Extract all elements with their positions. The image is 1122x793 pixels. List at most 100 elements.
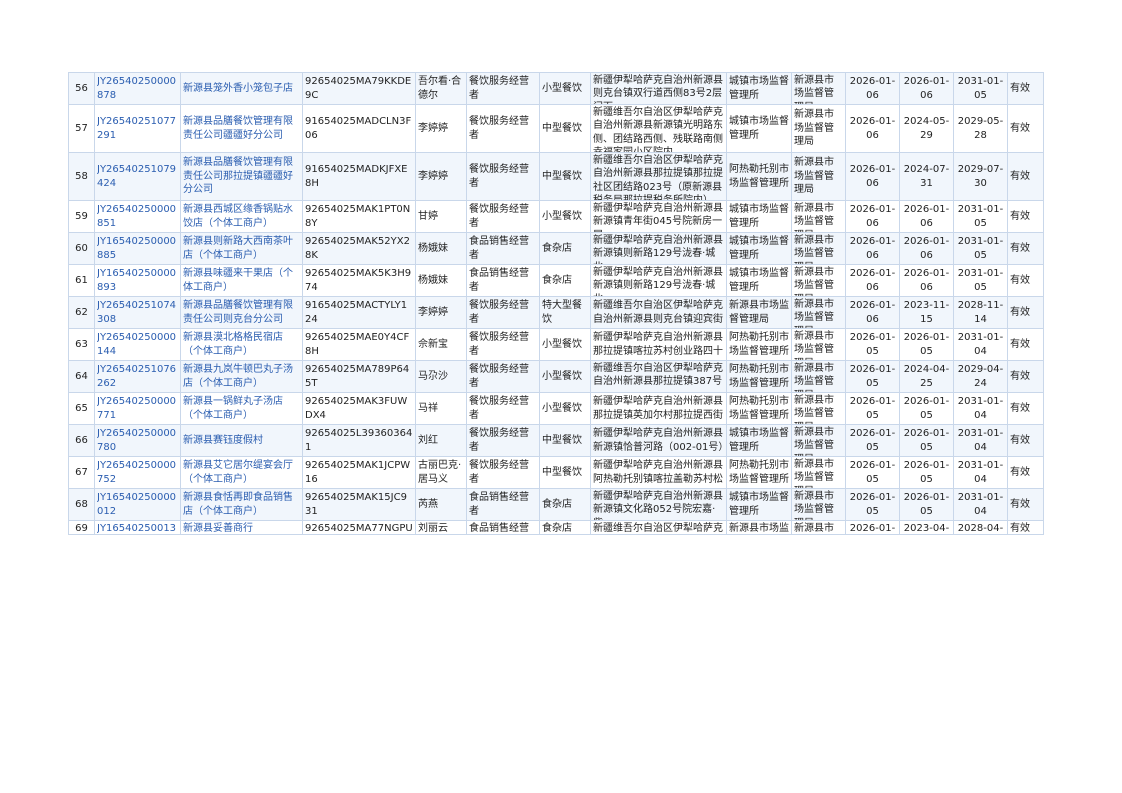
permit-number-link-text[interactable]: JY26540250000771 [97, 395, 178, 422]
valid-from-date: 2024-04-25 [899, 360, 954, 393]
row-number-text: 61 [75, 274, 88, 286]
business-scale-text: 小型餐饮 [542, 82, 582, 94]
permit-number-link-text[interactable]: JY16540250013120 [97, 522, 178, 534]
business-name-link[interactable]: 新源县笼外香小笼包子店 [180, 72, 303, 105]
business-name-link-text[interactable]: 新源县艾它居尔缇宴会厅（个体工商户） [183, 459, 300, 486]
business-name-link[interactable]: 新源县品膳餐饮管理有限责任公司疆疆好分公司 [180, 104, 303, 153]
permit-number-link[interactable]: JY16540250000012 [94, 488, 181, 521]
business-scale: 小型餐饮 [539, 392, 591, 425]
status: 有效 [1007, 296, 1044, 329]
permit-number-link[interactable]: JY26540250000878 [94, 72, 181, 105]
issuing-office-text: 阿热勒托别市场监督管理所 [729, 460, 789, 485]
business-address-text: 新疆维吾尔自治区伊犁哈萨克自治州新源县那拉提镇那拉提社区团结路023号（原新源县… [593, 154, 723, 200]
business-name-link-text[interactable]: 新源县一锅鲜丸子汤店（个体工商户） [183, 395, 300, 422]
permit-number-link[interactable]: JY16540250013120 [94, 520, 181, 535]
permit-number-link-text[interactable]: JY26540250000878 [97, 75, 178, 102]
business-address: 新疆伊犁哈萨克自治州新源县新源镇则新路129号泷春·城北 [590, 232, 727, 265]
operator-type: 餐饮服务经营者 [466, 392, 540, 425]
operator-type-text: 食品销售经营者 [469, 236, 529, 261]
business-name-link[interactable]: 新源县则新路大西南茶叶店（个体工商户） [180, 232, 303, 265]
credit-code-text: 92654025MA79KKDE9C [305, 76, 412, 101]
table-row: 57 JY26540251077291 新源县品膳餐饮管理有限责任公司疆疆好分公司 9… [68, 104, 1044, 153]
business-scale-text: 中型餐饮 [542, 170, 582, 182]
supervising-office-text: 新源县市场监督管理局 [794, 109, 834, 148]
legal-person-text: 杨娥妹 [418, 242, 448, 254]
business-name-link[interactable]: 新源县妥善商行 [180, 520, 303, 535]
row-number-text: 65 [75, 402, 88, 414]
valid-to-date-text: 2029-07-30 [957, 164, 1004, 189]
permit-number-link-text[interactable]: JY16540250000893 [97, 267, 178, 294]
operator-type: 餐饮服务经营者 [466, 72, 540, 105]
issuing-office-text: 新源县市场监 [729, 522, 789, 534]
business-address-text: 新疆伊犁哈萨克自治州新源县则克台镇双行道西侧83号2层门面 [593, 74, 723, 104]
permit-number-link[interactable]: JY26540250000851 [94, 200, 181, 233]
permit-number-link[interactable]: JY26540250000780 [94, 424, 181, 457]
business-name-link-text[interactable]: 新源县九岚牛顿巴丸子汤店（个体工商户） [183, 363, 300, 390]
business-address-text: 新疆维吾尔自治区伊犁哈萨克自治州新源县则克台镇迎宾街 [593, 300, 723, 325]
business-name-link[interactable]: 新源县西城区缘香锅贴水饺店（个体工商户） [180, 200, 303, 233]
permit-number-link[interactable]: JY26540251079424 [94, 152, 181, 201]
permit-number-link-text[interactable]: JY16540250000885 [97, 235, 178, 262]
permit-number-link-text[interactable]: JY26540251074308 [97, 299, 178, 326]
business-name-link[interactable]: 新源县品膳餐饮管理有限责任公司那拉提镇疆疆好分公司 [180, 152, 303, 201]
permit-number-link[interactable]: JY16540250000893 [94, 264, 181, 297]
business-name-link-text[interactable]: 新源县品膳餐饮管理有限责任公司那拉提镇疆疆好分公司 [183, 156, 300, 197]
business-name-link-text[interactable]: 新源县味疆来干果店（个体工商户） [183, 267, 300, 294]
business-name-link-text[interactable]: 新源县食恬再即食品销售店（个体工商户） [183, 491, 300, 518]
status-text: 有效 [1010, 210, 1030, 222]
business-name-link[interactable]: 新源县艾它居尔缇宴会厅（个体工商户） [180, 456, 303, 489]
business-name-link[interactable]: 新源县九岚牛顿巴丸子汤店（个体工商户） [180, 360, 303, 393]
supervising-office: 新源县市场监督管理局 [791, 152, 846, 201]
permit-number-link[interactable]: JY26540251076262 [94, 360, 181, 393]
credit-code: 91654025MADKJFXE8H [302, 152, 416, 201]
permit-number-link-text[interactable]: JY26540250000752 [97, 459, 178, 486]
supervising-office-text: 新源县市场监督管理局 [794, 298, 834, 328]
business-address: 新疆维吾尔自治区伊犁哈萨克自治州新源县则克台镇迎宾街 [590, 296, 727, 329]
operator-type: 餐饮服务经营者 [466, 152, 540, 201]
business-name-link-text[interactable]: 新源县品膳餐饮管理有限责任公司则克台分公司 [183, 299, 300, 326]
permit-number-link[interactable]: JY26540250000144 [94, 328, 181, 361]
credit-code-text: 92654025MAK1PT0N8Y [305, 204, 411, 229]
legal-person: 马尕沙 [415, 360, 467, 393]
permit-number-link-text[interactable]: JY26540250000780 [97, 427, 178, 454]
permit-number-link[interactable]: JY16540250000885 [94, 232, 181, 265]
business-name-link-text[interactable]: 新源县妥善商行 [183, 522, 300, 534]
valid-to-date-text: 2031-01-04 [957, 396, 1004, 421]
business-name-link[interactable]: 新源县品膳餐饮管理有限责任公司则克台分公司 [180, 296, 303, 329]
permit-number-link[interactable]: JY26540251077291 [94, 104, 181, 153]
operator-type-text: 食品销售经营者 [469, 522, 529, 534]
business-name-link[interactable]: 新源县食恬再即食品销售店（个体工商户） [180, 488, 303, 521]
business-name-link-text[interactable]: 新源县品膳餐饮管理有限责任公司疆疆好分公司 [183, 115, 300, 142]
valid-from-date: 2026-01-06 [899, 232, 954, 265]
business-name-link[interactable]: 新源县一锅鲜丸子汤店（个体工商户） [180, 392, 303, 425]
business-address-text: 新疆伊犁哈萨克自治州新源县新源镇文化路052号院宏嘉·紫 [593, 490, 723, 520]
permit-number-link-text[interactable]: JY26540251077291 [97, 115, 178, 142]
business-name-link-text[interactable]: 新源县赛钰度假村 [183, 434, 300, 448]
permit-number-link[interactable]: JY26540250000771 [94, 392, 181, 425]
credit-code-text: 92654025MAE0Y4CF8H [305, 332, 410, 357]
credit-code-text: 92654025MAK15JC931 [305, 492, 407, 517]
issuing-office: 阿热勒托别市场监督管理所 [726, 152, 792, 201]
business-name-link[interactable]: 新源县漠北格格民宿店（个体工商户） [180, 328, 303, 361]
business-name-link-text[interactable]: 新源县西城区缘香锅贴水饺店（个体工商户） [183, 203, 300, 230]
legal-person: 马祥 [415, 392, 467, 425]
credit-code: 92654025MAK15JC931 [302, 488, 416, 521]
permit-number-link-text[interactable]: JY26540250000851 [97, 203, 178, 230]
business-name-link-text[interactable]: 新源县漠北格格民宿店（个体工商户） [183, 331, 300, 358]
permit-number-link-text[interactable]: JY26540250000144 [97, 331, 178, 358]
permit-number-link[interactable]: JY26540251074308 [94, 296, 181, 329]
business-name-link[interactable]: 新源县赛钰度假村 [180, 424, 303, 457]
permit-number-link-text[interactable]: JY26540251076262 [97, 363, 178, 390]
business-name-link[interactable]: 新源县味疆来干果店（个体工商户） [180, 264, 303, 297]
issuing-office: 城镇市场监督管理所 [726, 232, 792, 265]
decision-date: 2026-01-06 [845, 264, 900, 297]
business-name-link-text[interactable]: 新源县笼外香小笼包子店 [183, 82, 300, 96]
business-address-text: 新疆伊犁哈萨克自治州新源县那拉提镇英加尔村那拉提西街 [593, 396, 723, 421]
business-name-link-text[interactable]: 新源县则新路大西南茶叶店（个体工商户） [183, 235, 300, 262]
status: 有效 [1007, 520, 1044, 535]
issuing-office-text: 城镇市场监督管理所 [729, 76, 789, 101]
permit-number-link-text[interactable]: JY26540251079424 [97, 163, 178, 190]
permit-number-link[interactable]: JY26540250000752 [94, 456, 181, 489]
permit-number-link-text[interactable]: JY16540250000012 [97, 491, 178, 518]
decision-date-text: 2026-01- [849, 522, 896, 534]
